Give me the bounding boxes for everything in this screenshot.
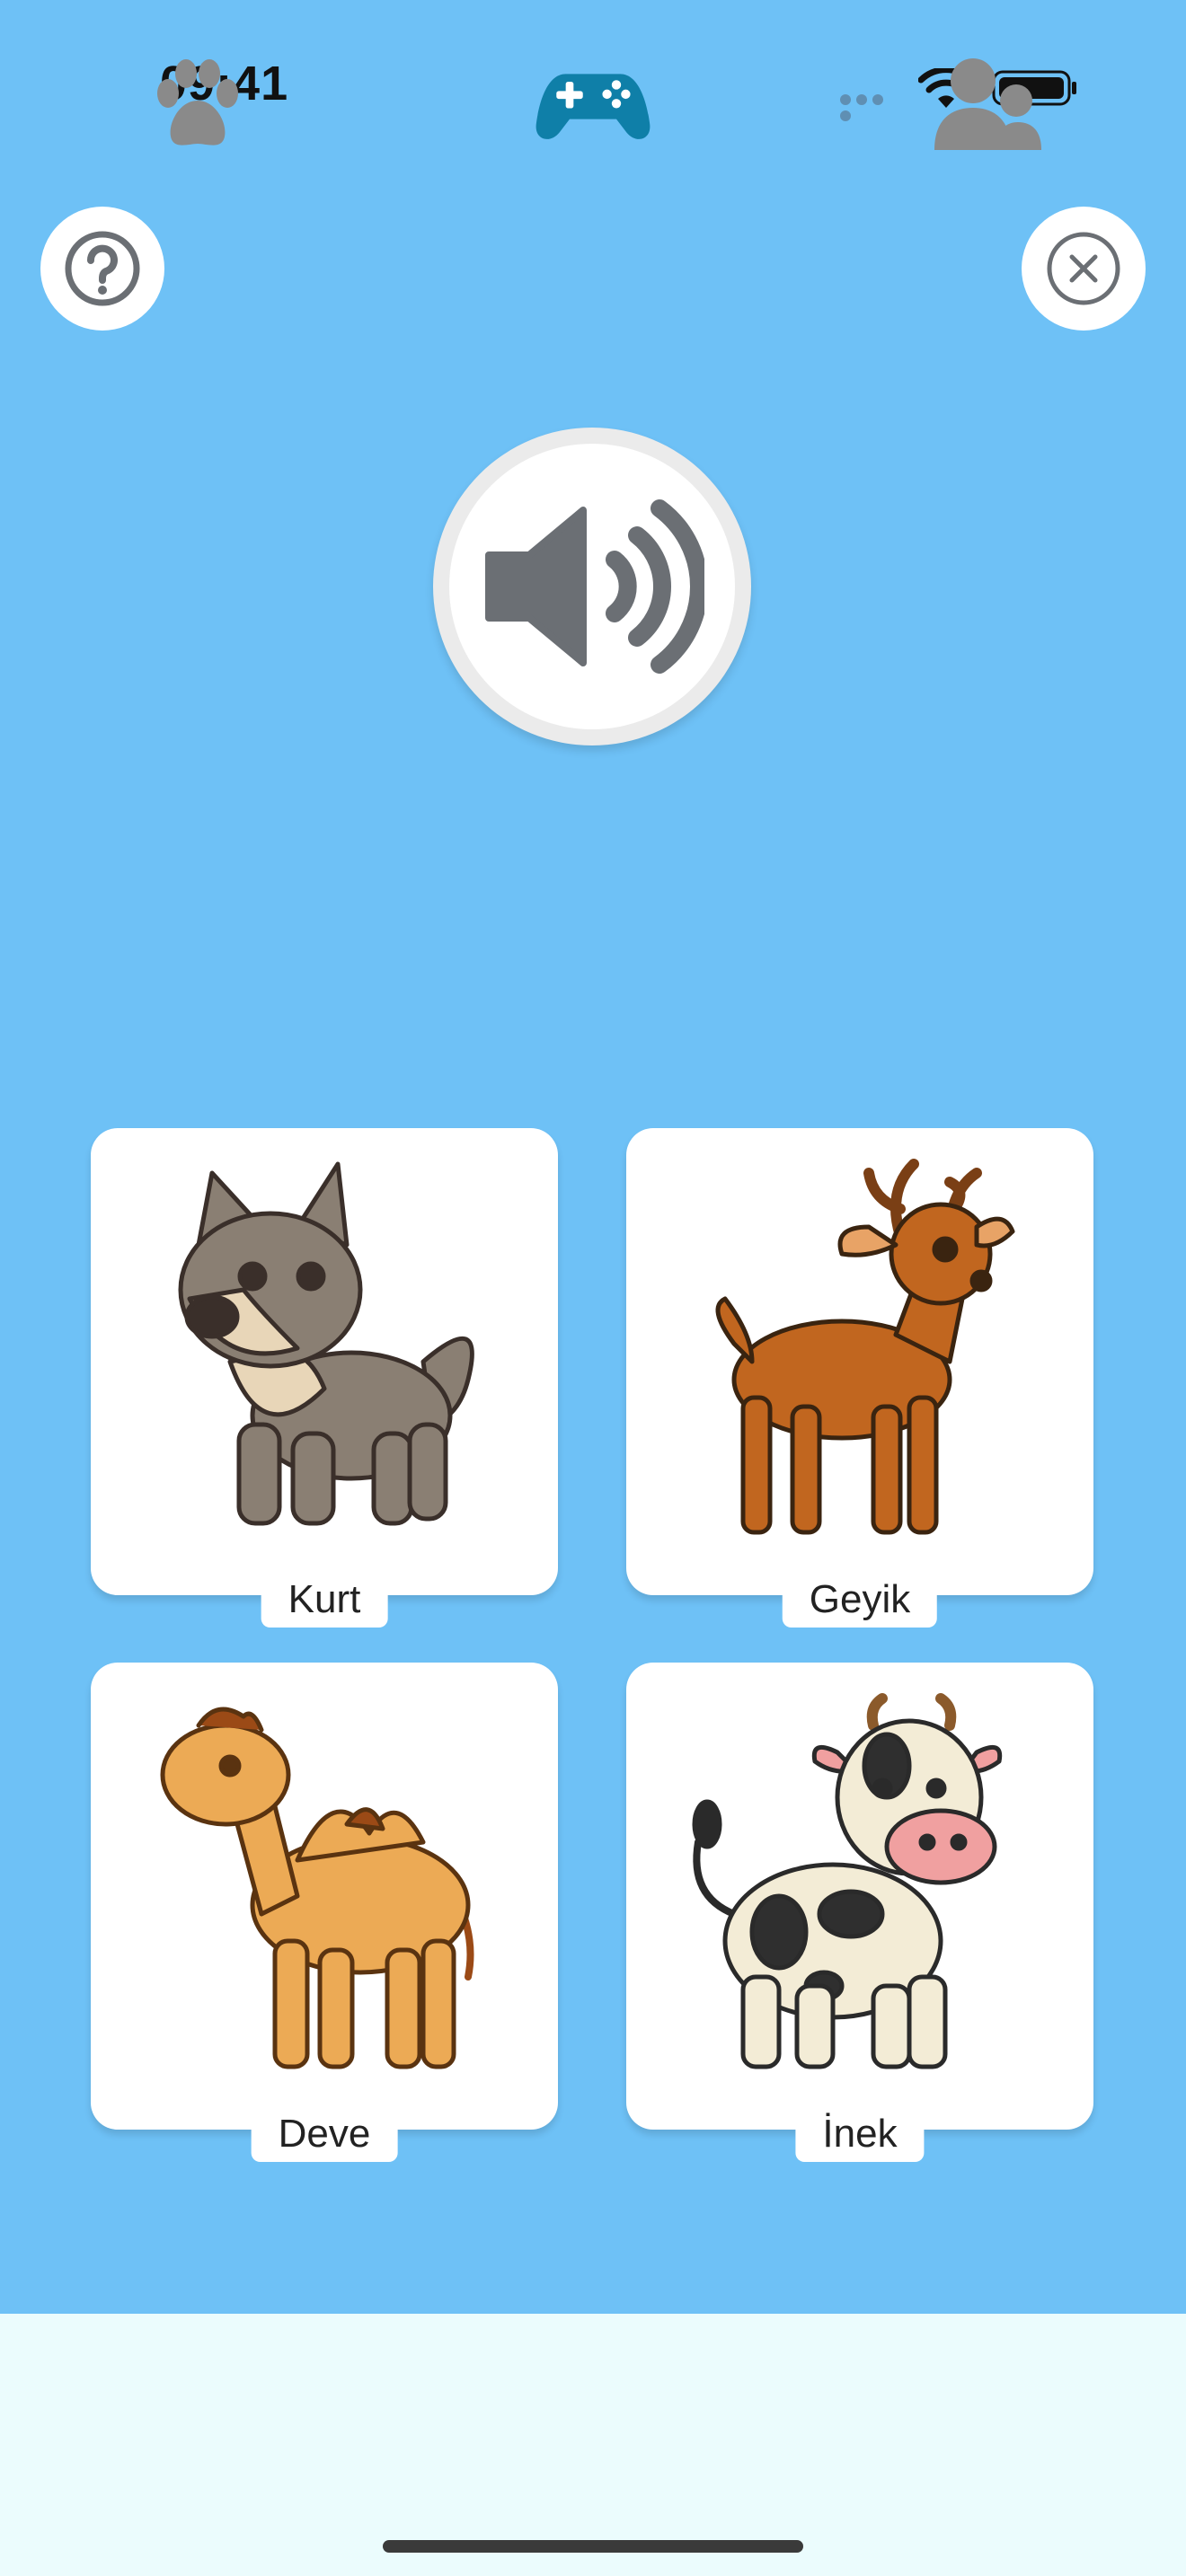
play-sound-button-face [449,444,735,729]
close-circle-icon [1047,232,1120,305]
option-card-kurt[interactable]: Kurt [91,1128,558,1628]
help-button[interactable] [40,207,164,331]
close-button[interactable] [1022,207,1146,331]
gamepad-icon [535,74,651,139]
option-card-geyik[interactable]: Geyik [626,1128,1093,1628]
cellular-signal-icon [840,93,903,121]
tab-bar [0,2314,1186,2576]
wolf-illustration [178,1161,474,1526]
option-label: İnek [795,2104,925,2162]
option-label: Geyik [782,1570,938,1628]
option-label: Deve [251,2104,398,2162]
tab-profile[interactable] [930,47,1047,163]
play-sound-button[interactable] [433,428,751,745]
home-indicator [383,2540,803,2553]
option-card-deve[interactable]: Deve [91,1663,558,2162]
tab-animals[interactable] [139,47,256,163]
option-card-inek[interactable]: İnek [626,1663,1093,2162]
deer-illustration [715,1159,1015,1535]
option-label: Kurt [261,1570,388,1628]
profile-users-icon [934,58,1041,150]
tab-game[interactable] [535,47,651,163]
speaker-wave-icon [485,499,704,674]
camel-illustration [160,1707,474,2069]
question-circle-icon [65,231,140,306]
paw-icon [157,59,238,146]
cow-illustration [692,1693,1003,2069]
